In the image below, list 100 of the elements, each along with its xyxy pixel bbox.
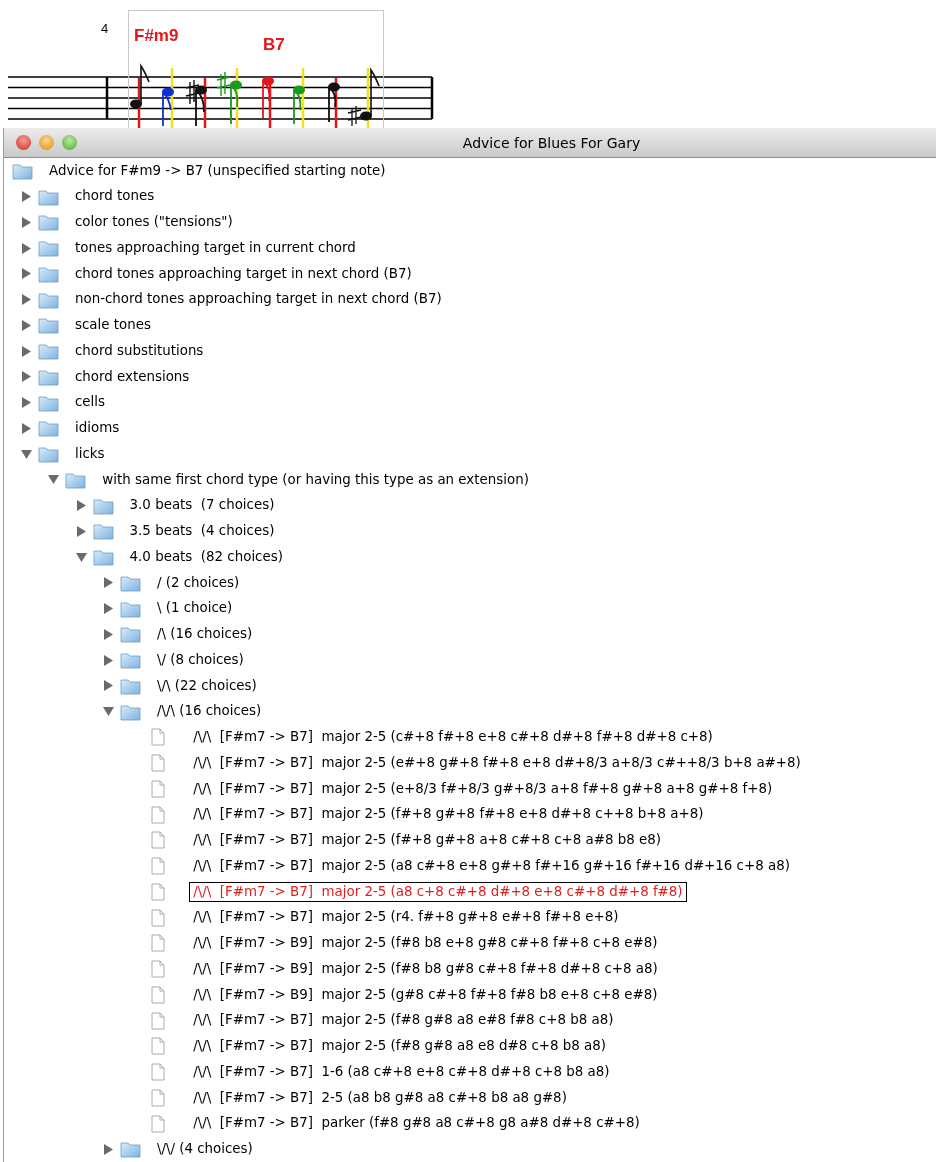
disclosure-triangle-icon[interactable]	[102, 577, 114, 589]
document-icon	[151, 1063, 166, 1082]
disclosure-triangle-icon[interactable]	[75, 551, 87, 563]
measure-number: 4	[101, 21, 109, 36]
tree-item[interactable]: Advice for F#m9 -> B7 (unspecified starting note)	[45, 160, 390, 182]
disclosure-triangle-icon[interactable]	[75, 500, 87, 512]
folder-icon	[119, 651, 141, 670]
window-title: Advice for Blues For Gary	[461, 134, 641, 151]
folder-icon	[38, 264, 59, 283]
chord-symbol: B7	[263, 36, 285, 53]
tree-item[interactable]: non-chord tones approaching target in next chord (B7)	[71, 289, 446, 310]
folder-icon	[119, 625, 141, 644]
document-icon	[151, 779, 166, 798]
tree-item[interactable]: /\/\ [F#m7 -> B7] major 2-5 (r4. f#+8 g#+8 e#+8 f#+8 e+8)	[189, 907, 623, 928]
tree-item[interactable]: /\/\ (16 choices)	[152, 701, 266, 722]
tree-item[interactable]: /\/\ [F#m7 -> B7] major 2-5 (e#+8 g#+8 f#+8 e+8 d#+8/3 a+8/3 c#++8/3 b+8 a#+8)	[189, 752, 805, 774]
folder-icon	[92, 496, 114, 515]
document-icon	[151, 908, 166, 927]
tree-item[interactable]: 3.5 beats (4 choices)	[125, 521, 279, 542]
tree-item[interactable]: /\/\ [F#m7 -> B7] major 2-5 (f#+8 g#+8 a+8 c#+8 c+8 a#8 b8 e8)	[189, 830, 665, 851]
disclosure-triangle-icon[interactable]	[75, 525, 87, 537]
tree-item[interactable]: /\/\ [F#m7 -> B7] major 2-5 (a8 c+8 c#+8 d#+8 e+8 c#+8 d#+8 f#8)	[189, 881, 687, 903]
tree-item[interactable]: with same first chord type (or having this type as an extension)	[98, 469, 533, 491]
document-icon	[151, 1088, 166, 1107]
tree-item[interactable]: \/ (8 choices)	[152, 649, 248, 671]
disclosure-triangle-icon[interactable]	[48, 474, 60, 486]
tree-item[interactable]: /\/\ [F#m7 -> B7] major 2-5 (f#8 g#8 a8 e8 d#8 c+8 b8 a8)	[189, 1036, 611, 1057]
tree-item[interactable]: color tones ("tensions")	[71, 212, 237, 233]
document-icon	[151, 960, 166, 979]
folder-icon	[38, 367, 59, 386]
folder-icon	[38, 393, 59, 412]
tree-item[interactable]: \/\/ (4 choices)	[152, 1139, 257, 1160]
disclosure-triangle-icon[interactable]	[21, 397, 32, 409]
disclosure-triangle-icon[interactable]	[21, 242, 32, 254]
disclosure-triangle-icon[interactable]	[102, 680, 114, 692]
folder-icon	[38, 419, 59, 438]
tree-item[interactable]: chord tones approaching target in next chord (B7)	[71, 263, 416, 285]
disclosure-triangle-icon[interactable]	[21, 216, 32, 228]
folder-icon	[38, 445, 59, 464]
disclosure-triangle-icon[interactable]	[102, 654, 114, 666]
tree-item[interactable]: /\ (16 choices)	[152, 624, 257, 645]
folder-icon	[119, 1140, 141, 1159]
disclosure-triangle-icon[interactable]	[21, 448, 32, 460]
close-button[interactable]	[16, 135, 31, 150]
folder-icon	[65, 470, 87, 489]
tree-item[interactable]: \/\ (22 choices)	[152, 675, 261, 697]
tree-item[interactable]: idioms	[71, 418, 124, 439]
tree-item[interactable]: chord extensions	[71, 366, 194, 388]
folder-icon	[12, 161, 33, 180]
disclosure-triangle-icon[interactable]	[102, 706, 114, 718]
folder-icon	[38, 213, 59, 232]
tree-item[interactable]: \ (1 choice)	[152, 598, 237, 619]
tree-item[interactable]: chord tones	[71, 186, 159, 207]
tree-item[interactable]: /\/\ [F#m7 -> B9] major 2-5 (f#8 b8 g#8 c#+8 f#+8 d#+8 c+8 a8)	[189, 958, 662, 980]
document-icon	[151, 1114, 166, 1133]
tree-item[interactable]: /\/\ [F#m7 -> B7] major 2-5 (c#+8 f#+8 e+8 c#+8 d#+8 f#+8 d#+8 c+8)	[189, 727, 717, 748]
disclosure-triangle-icon[interactable]	[102, 603, 114, 615]
document-icon	[151, 754, 166, 773]
tree-item[interactable]: 3.0 beats (7 choices)	[125, 495, 279, 516]
tree-item[interactable]: /\/\ [F#m7 -> B7] major 2-5 (a8 c#+8 e+8 g#+8 f#+16 g#+16 f#+16 d#+16 c+8 a8)	[189, 855, 794, 877]
tree-item[interactable]: /\/\ [F#m7 -> B9] major 2-5 (f#8 b8 e+8 g#8 c#+8 f#+8 c+8 e#8)	[189, 933, 662, 954]
disclosure-triangle-icon[interactable]	[21, 191, 32, 203]
tree-item[interactable]: licks	[71, 443, 109, 465]
folder-icon	[119, 702, 141, 721]
document-icon	[151, 985, 166, 1004]
tree-item[interactable]: /\/\ [F#m7 -> B7] parker (f#8 g#8 a8 c#+8 g8 a#8 d#+8 c#+8)	[189, 1113, 644, 1134]
tree-item[interactable]: /\/\ [F#m7 -> B7] major 2-5 (f#+8 g#+8 f#+8 e+8 d#+8 c++8 b+8 a+8)	[189, 804, 708, 825]
tree-item[interactable]: /\/\ [F#m7 -> B7] 2-5 (a8 b8 g#8 a8 c#+8 b8 a8 g#8)	[189, 1087, 571, 1109]
document-icon	[151, 934, 166, 953]
document-icon	[151, 1037, 166, 1056]
tree-item[interactable]: /\/\ [F#m7 -> B7] major 2-5 (e+8/3 f#+8/3 g#+8/3 a+8 f#+8 g#+8 a+8 g#+8 f+8)	[189, 778, 777, 800]
disclosure-triangle-icon[interactable]	[21, 422, 32, 434]
document-icon	[151, 857, 166, 876]
tree-item[interactable]: /\/\ [F#m7 -> B7] 1-6 (a8 c#+8 e+8 c#+8 d#+8 c+8 b8 a8)	[189, 1061, 614, 1083]
disclosure-triangle-icon[interactable]	[21, 268, 32, 280]
tree-item[interactable]: cells	[71, 392, 110, 413]
tree-item[interactable]: scale tones	[71, 315, 155, 336]
disclosure-triangle-icon[interactable]	[21, 294, 32, 306]
disclosure-triangle-icon[interactable]	[21, 345, 32, 357]
tree-item[interactable]: tones approaching target in current chord	[71, 237, 360, 259]
disclosure-triangle-icon[interactable]	[102, 628, 114, 640]
folder-icon	[38, 316, 59, 335]
tree-item[interactable]: / (2 choices)	[152, 572, 244, 594]
disclosure-triangle-icon[interactable]	[102, 1143, 114, 1155]
folder-icon	[119, 573, 141, 592]
document-icon	[151, 882, 166, 901]
document-icon	[151, 1011, 166, 1030]
document-icon	[151, 831, 166, 850]
tree-item[interactable]: /\/\ [F#m7 -> B7] major 2-5 (f#8 g#8 a8 e#8 f#8 c+8 b8 a8)	[189, 1010, 618, 1031]
folder-icon	[38, 239, 59, 258]
folder-icon	[38, 342, 59, 361]
disclosure-triangle-icon[interactable]	[21, 371, 32, 383]
document-icon	[151, 805, 166, 824]
chord-symbol: F#m9	[134, 27, 179, 44]
tree-item[interactable]: 4.0 beats (82 choices)	[125, 546, 287, 568]
disclosure-triangle-icon[interactable]	[21, 319, 32, 331]
tree-item[interactable]: /\/\ [F#m7 -> B9] major 2-5 (g#8 c#+8 f#+8 f#8 b8 e+8 c+8 e#8)	[189, 984, 662, 1006]
folder-icon	[92, 548, 114, 567]
tree-item[interactable]: chord substitutions	[71, 340, 208, 362]
document-icon	[151, 728, 166, 747]
